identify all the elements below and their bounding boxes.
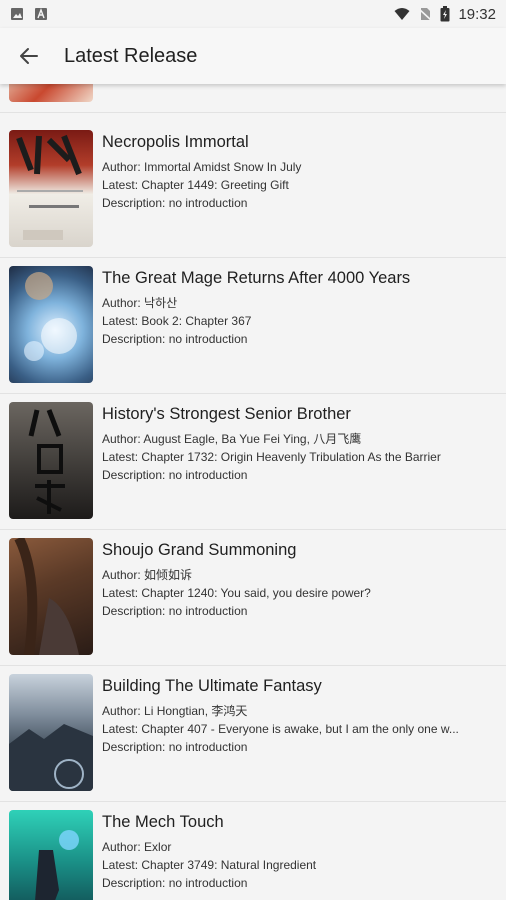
back-button[interactable] <box>0 28 58 84</box>
list-item[interactable]: Building The Ultimate Fantasy Author: Li… <box>0 666 506 802</box>
book-description: Description: no introduction <box>102 604 248 618</box>
book-latest: Latest: Book 2: Chapter 367 <box>102 314 252 328</box>
book-description: Description: no introduction <box>102 468 248 482</box>
list-item[interactable]: Shoujo Grand Summoning Author: 如倾如诉 Late… <box>0 530 506 666</box>
status-left <box>10 7 48 21</box>
book-author: Author: 낙하산 <box>102 296 178 310</box>
book-title[interactable]: The Mech Touch <box>102 813 496 832</box>
book-list[interactable]: Necropolis Immortal Author: Immortal Ami… <box>0 84 506 900</box>
book-latest: Latest: Chapter 1732: Origin Heavenly Tr… <box>102 450 441 464</box>
book-info: Shoujo Grand Summoning Author: 如倾如诉 Late… <box>102 541 496 620</box>
book-info: The Great Mage Returns After 4000 Years … <box>102 269 496 348</box>
book-title[interactable]: Shoujo Grand Summoning <box>102 541 496 560</box>
image-icon <box>11 8 23 20</box>
book-cover <box>9 674 93 791</box>
cover-art <box>9 724 93 791</box>
book-cover <box>9 266 93 383</box>
list-item[interactable]: Necropolis Immortal Author: Immortal Ami… <box>0 122 506 258</box>
book-latest: Latest: Chapter 407 - Everyone is awake,… <box>102 722 459 736</box>
book-author: Author: Immortal Amidst Snow In July <box>102 160 302 174</box>
book-author: Author: August Eagle, Ba Yue Fei Ying, 八… <box>102 432 362 446</box>
book-author: Author: 如倾如诉 <box>102 568 193 582</box>
arrow-back-icon <box>20 48 38 64</box>
cover-art <box>14 538 79 655</box>
battery-icon <box>440 6 450 22</box>
book-latest: Latest: Chapter 1449: Greeting Gift <box>102 178 289 192</box>
book-info: The Mech Touch Author: Exlor Latest: Cha… <box>102 813 496 892</box>
book-description: Description: no introduction <box>102 196 248 210</box>
book-description: Description: no introduction <box>102 876 248 890</box>
book-info: History's Strongest Senior Brother Autho… <box>102 405 496 484</box>
book-cover <box>9 538 93 655</box>
list-item[interactable]: The Mech Touch Author: Exlor Latest: Cha… <box>0 802 506 900</box>
book-cover <box>9 810 93 900</box>
book-latest: Latest: Chapter 3749: Natural Ingredient <box>102 858 317 872</box>
book-info: Building The Ultimate Fantasy Author: Li… <box>102 677 496 756</box>
cover-art <box>35 830 79 900</box>
book-title[interactable]: Necropolis Immortal <box>102 133 496 152</box>
book-title[interactable]: The Great Mage Returns After 4000 Years <box>102 269 496 288</box>
cover-art <box>28 409 65 514</box>
status-bar: 19:32 <box>0 0 506 28</box>
book-author: Author: Exlor <box>102 840 172 854</box>
book-info: Necropolis Immortal Author: Immortal Ami… <box>102 133 496 212</box>
status-right: 19:32 <box>394 6 496 23</box>
list-item[interactable]: The Great Mage Returns After 4000 Years … <box>0 258 506 394</box>
book-author: Author: Li Hongtian, 李鸿天 <box>102 704 248 718</box>
app-bar: Latest Release <box>0 28 506 84</box>
book-latest: Latest: Chapter 1240: You said, you desi… <box>102 586 371 600</box>
book-cover <box>9 130 93 247</box>
page-title: Latest Release <box>64 44 198 67</box>
book-title[interactable]: History's Strongest Senior Brother <box>102 405 496 424</box>
list-item-partial[interactable] <box>0 84 506 113</box>
text-icon <box>35 8 47 20</box>
book-title[interactable]: Building The Ultimate Fantasy <box>102 677 496 696</box>
cover-art <box>24 272 77 361</box>
no-sim-icon <box>418 8 432 21</box>
list-item[interactable]: History's Strongest Senior Brother Autho… <box>0 394 506 530</box>
cover-art <box>16 134 83 240</box>
status-time: 19:32 <box>458 5 496 23</box>
book-cover <box>9 402 93 519</box>
wifi-icon <box>394 8 410 20</box>
book-description: Description: no introduction <box>102 332 248 346</box>
book-description: Description: no introduction <box>102 740 248 754</box>
book-cover <box>9 84 93 102</box>
